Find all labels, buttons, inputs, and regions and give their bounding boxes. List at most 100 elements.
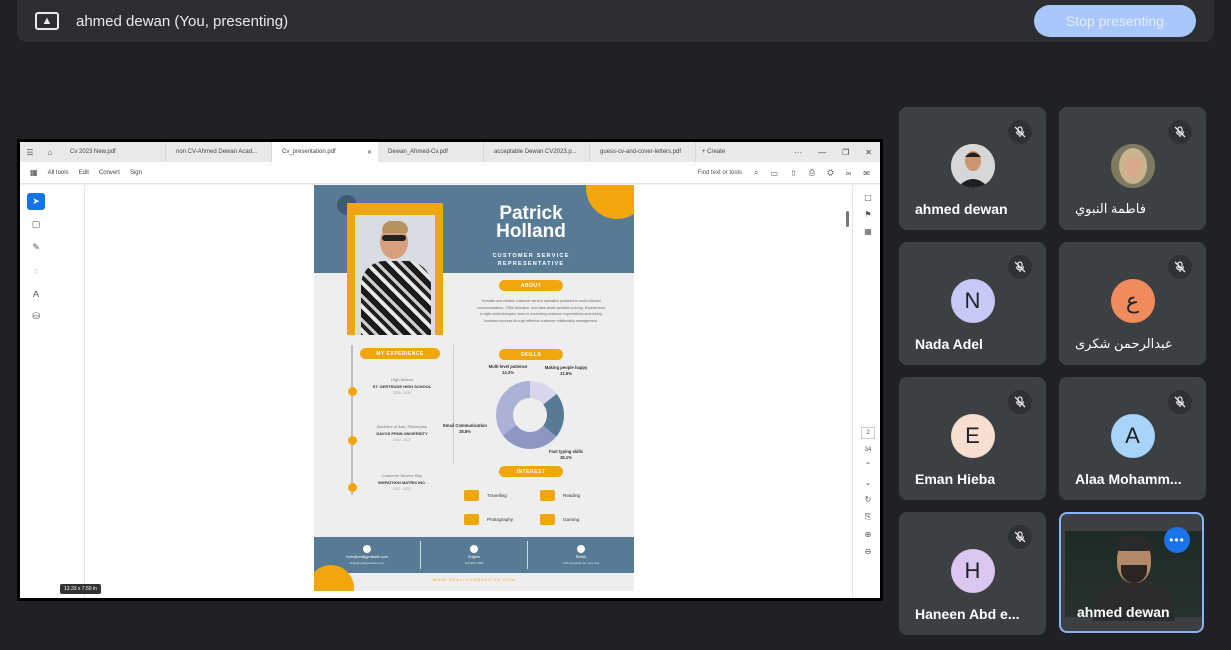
tab-active[interactable]: Cv_presentation.pdf ✕: [272, 142, 378, 162]
close-window-icon[interactable]: ✕: [865, 148, 872, 157]
experience-item: Bachelor of Arts, Philosophy DAVOS PENN …: [376, 424, 428, 442]
close-tab-icon[interactable]: ✕: [367, 149, 372, 156]
upload-icon[interactable]: ⇧: [790, 169, 797, 178]
select-cursor-icon[interactable]: ➤: [27, 193, 45, 210]
create-button[interactable]: + Create: [702, 149, 725, 155]
sign-button[interactable]: Sign: [130, 170, 142, 176]
experience-item: Customer Service Rep SHIPATHON MATRIX IN…: [377, 473, 427, 491]
participant-name: Nada Adel: [915, 336, 983, 352]
skills-donut-chart: [496, 381, 564, 449]
participant-tile[interactable]: H Haneen Abd e...: [899, 512, 1046, 635]
search-icon[interactable]: ⌕: [754, 168, 758, 178]
stop-presenting-button[interactable]: Stop presenting: [1034, 5, 1196, 37]
mic-off-icon: [1168, 120, 1192, 144]
participant-tile[interactable]: E Eman Hieba: [899, 377, 1046, 500]
stamp-icon[interactable]: ⛁: [27, 308, 45, 325]
print-icon[interactable]: ⎙: [809, 168, 815, 178]
page-size-badge: 13.33 x 7.50 in: [60, 584, 101, 594]
avatar: [950, 144, 995, 188]
thumbnails-icon[interactable]: ▦: [864, 227, 872, 236]
page-up-icon[interactable]: ⌃: [865, 461, 872, 470]
zoom-in-icon[interactable]: ⊕: [865, 530, 872, 539]
tab[interactable]: guess-cv-and-cover-letters.pdf: [590, 142, 696, 162]
shared-screen: ☰ ⌂ Cv 2023 New.pdf non CV-Ahmed Dewan A…: [17, 139, 883, 601]
home-icon[interactable]: ⌂: [40, 148, 60, 157]
right-tool-rail: ▢ ⚑ ▦: [860, 193, 876, 236]
skill-label: Multi-level patience 14.3%: [488, 364, 528, 375]
bookmark-icon[interactable]: ⚑: [864, 210, 871, 219]
left-tool-rail: ➤ ▢ ✎ ◌ A ⛁: [26, 193, 46, 325]
interest-item: Gaming: [540, 514, 579, 525]
tab[interactable]: Dewan_Ahmed-Cv.pdf: [378, 142, 484, 162]
participant-tile-self-video[interactable]: ••• ahmed dewan: [1059, 512, 1204, 633]
mic-off-icon: [1008, 390, 1032, 414]
share-icon[interactable]: ⛭: [827, 168, 833, 178]
participant-name: Eman Hieba: [915, 471, 996, 487]
mail-icon[interactable]: ✉: [863, 169, 870, 178]
tab[interactable]: acceptable Dewan CV2023.p...: [484, 142, 590, 162]
cv-photo: [347, 203, 443, 335]
participant-name: عبدالرحمن شكرى: [1075, 336, 1173, 351]
interest-item: Travelling: [464, 490, 507, 501]
participant-tile[interactable]: ع عبدالرحمن شكرى: [1059, 242, 1206, 365]
timeline-line: [351, 345, 353, 495]
tab[interactable]: non CV-Ahmed Dewan Acad...: [166, 142, 272, 162]
gutter: [852, 185, 853, 598]
current-page[interactable]: 2: [861, 427, 875, 439]
edit-button[interactable]: Edit: [79, 170, 89, 176]
book-icon: [540, 490, 555, 501]
maximize-icon[interactable]: ❐: [842, 148, 849, 157]
page-navigation: 2 34 ⌃ ⌄ ↻ ⎘ ⊕ ⊖: [860, 427, 876, 556]
mic-off-icon: [1008, 120, 1032, 144]
save-page-icon[interactable]: ⎘: [865, 512, 871, 522]
mic-off-icon: [1008, 255, 1032, 279]
participant-name: Haneen Abd e...: [915, 606, 1020, 622]
present-screen-icon: ▲: [35, 12, 59, 30]
participant-name: ahmed dewan: [915, 201, 1008, 217]
convert-button[interactable]: Convert: [99, 170, 120, 176]
language-icon: [470, 545, 478, 553]
text-box-icon[interactable]: A: [27, 285, 45, 302]
all-tools-button[interactable]: All tools: [48, 170, 69, 176]
avatar: H: [950, 549, 995, 593]
tab[interactable]: Cv 2023 New.pdf: [60, 142, 166, 162]
avatar: ع: [1110, 279, 1155, 323]
gamepad-icon: [540, 514, 555, 525]
page-down-icon[interactable]: ⌄: [865, 478, 872, 487]
participant-tile[interactable]: A Alaa Mohamm...: [1059, 377, 1206, 500]
minimize-icon[interactable]: —: [818, 148, 826, 157]
mail-icon: [363, 545, 371, 553]
camera-icon: [464, 514, 479, 525]
refresh-icon[interactable]: ↻: [865, 495, 872, 504]
save-icon[interactable]: ▭: [771, 169, 779, 178]
participant-tile[interactable]: ahmed dewan: [899, 107, 1046, 230]
total-pages: 34: [864, 447, 872, 453]
find-text-field[interactable]: Find text or tools: [698, 170, 742, 176]
participant-tile[interactable]: فاطمة النبوي: [1059, 107, 1206, 230]
avatar: A: [1110, 414, 1155, 458]
cv-page: Patrick Holland CUSTOMER SERVICE REPRESE…: [314, 185, 634, 591]
more-icon[interactable]: ···: [794, 148, 802, 157]
interest-item: Photography: [464, 514, 513, 525]
comments-panel-icon[interactable]: ▢: [864, 193, 872, 202]
skill-label: Email Communication 28.8%: [443, 423, 487, 434]
mic-off-icon: [1008, 525, 1032, 549]
presenting-bar: ▲ ahmed dewan (You, presenting) Stop pre…: [17, 0, 1214, 42]
timeline-dot: [348, 436, 357, 445]
lasso-icon[interactable]: ◌: [27, 262, 45, 279]
all-tools-icon[interactable]: ▦: [30, 168, 38, 177]
interest-item: Reading: [540, 490, 580, 501]
cv-footer: hello@reallygreatsite.com hello@reallygre…: [314, 537, 634, 573]
zoom-out-icon[interactable]: ⊖: [865, 547, 872, 556]
presenter-label: ahmed dewan (You, presenting): [76, 12, 289, 30]
interest-heading: INTEREST: [499, 466, 563, 477]
participant-tile[interactable]: N Nada Adel: [899, 242, 1046, 365]
scrollbar[interactable]: [846, 211, 849, 227]
link-icon[interactable]: ∞: [846, 169, 852, 178]
travel-icon: [464, 490, 479, 501]
menu-icon[interactable]: ☰: [20, 148, 40, 157]
comment-icon[interactable]: ▢: [27, 216, 45, 233]
more-options-icon[interactable]: •••: [1164, 527, 1190, 553]
skills-heading: SKILLS: [499, 349, 563, 360]
pen-icon[interactable]: ✎: [27, 239, 45, 256]
